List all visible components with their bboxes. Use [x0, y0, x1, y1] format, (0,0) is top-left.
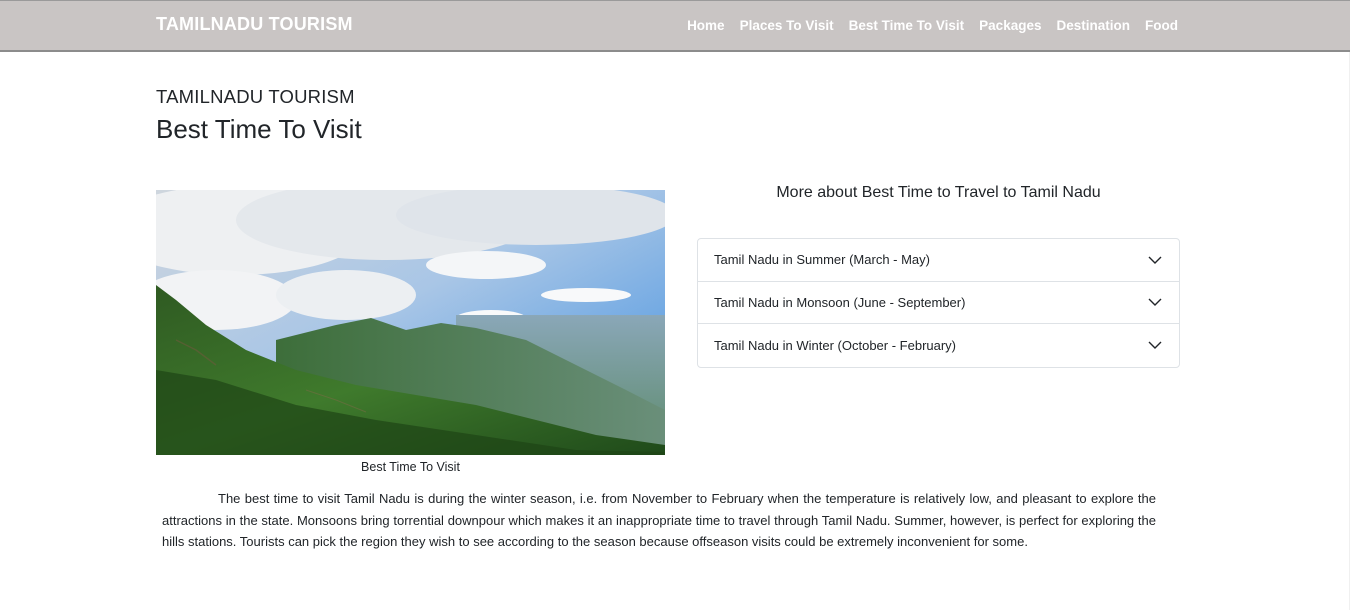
nav-link-food[interactable]: Food — [1145, 18, 1178, 33]
nav-link-destination[interactable]: Destination — [1056, 18, 1130, 33]
figure-caption: Best Time To Visit — [361, 460, 460, 474]
nav-link-home[interactable]: Home — [687, 18, 725, 33]
accordion-label: Tamil Nadu in Summer (March - May) — [714, 252, 930, 268]
chevron-down-icon — [1148, 341, 1162, 350]
accordion: Tamil Nadu in Summer (March - May) Tamil… — [697, 238, 1180, 368]
brand-logo-link[interactable]: TAMILNADU TOURISM — [156, 14, 353, 35]
accordion-label: Tamil Nadu in Winter (October - February… — [714, 337, 957, 353]
more-section-title: More about Best Time to Travel to Tamil … — [776, 184, 1101, 201]
figure: Best Time To Visit — [156, 190, 665, 474]
description-paragraph: The best time to visit Tamil Nadu is dur… — [162, 491, 1156, 549]
accordion-item-monsoon[interactable]: Tamil Nadu in Monsoon (June - September) — [698, 282, 1179, 324]
nav-link-best-time-to-visit[interactable]: Best Time To Visit — [849, 18, 965, 33]
site-subtitle: TAMILNADU TOURISM — [156, 86, 355, 107]
nav-links: Home Places To Visit Best Time To Visit … — [687, 18, 1178, 33]
nav-link-packages[interactable]: Packages — [979, 18, 1041, 33]
accordion-item-summer[interactable]: Tamil Nadu in Summer (March - May) — [698, 239, 1179, 282]
page-title: Best Time To Visit — [156, 114, 362, 144]
accordion-label: Tamil Nadu in Monsoon (June - September) — [714, 294, 966, 310]
chevron-down-icon — [1148, 256, 1162, 264]
accordion-item-winter[interactable]: Tamil Nadu in Winter (October - February… — [698, 324, 1179, 367]
chevron-down-icon — [1148, 298, 1162, 307]
mountain-landscape-image — [156, 190, 665, 455]
nav-link-places-to-visit[interactable]: Places To Visit — [740, 18, 834, 33]
navbar: TAMILNADU TOURISM Home Places To Visit B… — [0, 0, 1350, 52]
